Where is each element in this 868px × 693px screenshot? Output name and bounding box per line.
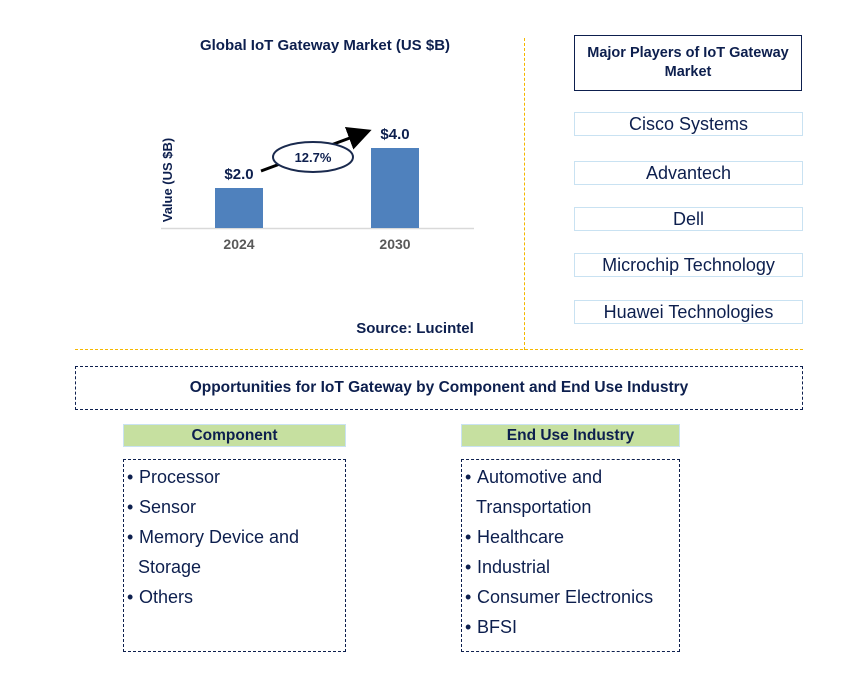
list-item-text: Storage bbox=[138, 557, 202, 577]
list-item-text: Transportation bbox=[476, 497, 592, 517]
data-label: $2.0 bbox=[224, 166, 253, 183]
vertical-divider bbox=[524, 38, 525, 350]
player-item: Advantech bbox=[574, 161, 803, 185]
list-item-text: Processor bbox=[139, 467, 221, 487]
player-item: Cisco Systems bbox=[574, 112, 803, 136]
list-item: Transportation bbox=[465, 492, 679, 522]
bullet-icon: • bbox=[127, 497, 134, 517]
list-item-text: BFSI bbox=[477, 617, 518, 637]
list-item: Storage bbox=[127, 552, 345, 582]
bullet-icon: • bbox=[465, 527, 472, 547]
list-item: • Healthcare bbox=[465, 522, 679, 552]
list-item: • Memory Device and bbox=[127, 522, 345, 552]
bullet-icon: • bbox=[127, 587, 134, 607]
player-item: Dell bbox=[574, 207, 803, 231]
list-item: • Processor bbox=[127, 462, 345, 492]
list-item: • Others bbox=[127, 582, 345, 612]
player-item: Huawei Technologies bbox=[574, 300, 803, 324]
segment-list-component: • Processor • Sensor • Memory Device and Stora… bbox=[123, 459, 346, 652]
segment-list-end-use-industry: • Automotive and Transportation • Healthcare… bbox=[461, 459, 680, 652]
horizontal-divider bbox=[75, 349, 803, 350]
list-item-text: Others bbox=[139, 587, 194, 607]
list-item-text: Industrial bbox=[477, 557, 551, 577]
list-item-text: Automotive and bbox=[477, 467, 603, 487]
bullet-icon: • bbox=[127, 467, 134, 487]
list-item: • Consumer Electronics bbox=[465, 582, 679, 612]
list-item-text: Memory Device and bbox=[139, 527, 300, 547]
bullet-icon: • bbox=[465, 557, 472, 577]
bar-2024 bbox=[215, 188, 263, 228]
cagr-label: 12.7% bbox=[295, 150, 332, 165]
bullet-icon: • bbox=[465, 467, 472, 487]
data-label: $4.0 bbox=[380, 126, 409, 143]
major-players-header: Major Players of IoT Gateway Market bbox=[574, 35, 802, 91]
list-item-text: Healthcare bbox=[477, 527, 565, 547]
list-item: • Industrial bbox=[465, 552, 679, 582]
list-item-text: Sensor bbox=[139, 497, 197, 517]
list-item: • Automotive and bbox=[465, 462, 679, 492]
bar-chart: Value (US $B) $2.0 2024 $4.0 2030 12.7% bbox=[160, 126, 474, 252]
y-axis-label: Value (US $B) bbox=[160, 138, 175, 223]
bullet-icon: • bbox=[465, 587, 472, 607]
x-tick-label: 2024 bbox=[223, 236, 254, 252]
x-tick-label: 2030 bbox=[379, 236, 410, 252]
list-item: • BFSI bbox=[465, 612, 679, 642]
bar-2030 bbox=[371, 148, 419, 228]
segment-header-component: Component bbox=[123, 424, 346, 447]
segment-header-end-use-industry: End Use Industry bbox=[461, 424, 680, 447]
bullet-icon: • bbox=[465, 617, 472, 637]
list-item: • Sensor bbox=[127, 492, 345, 522]
bullet-icon: • bbox=[127, 527, 134, 547]
source-label: Source: Lucintel bbox=[356, 320, 474, 337]
player-item: Microchip Technology bbox=[574, 253, 803, 277]
opportunities-title: Opportunities for IoT Gateway by Compone… bbox=[75, 366, 803, 410]
list-item-text: Consumer Electronics bbox=[477, 587, 654, 607]
